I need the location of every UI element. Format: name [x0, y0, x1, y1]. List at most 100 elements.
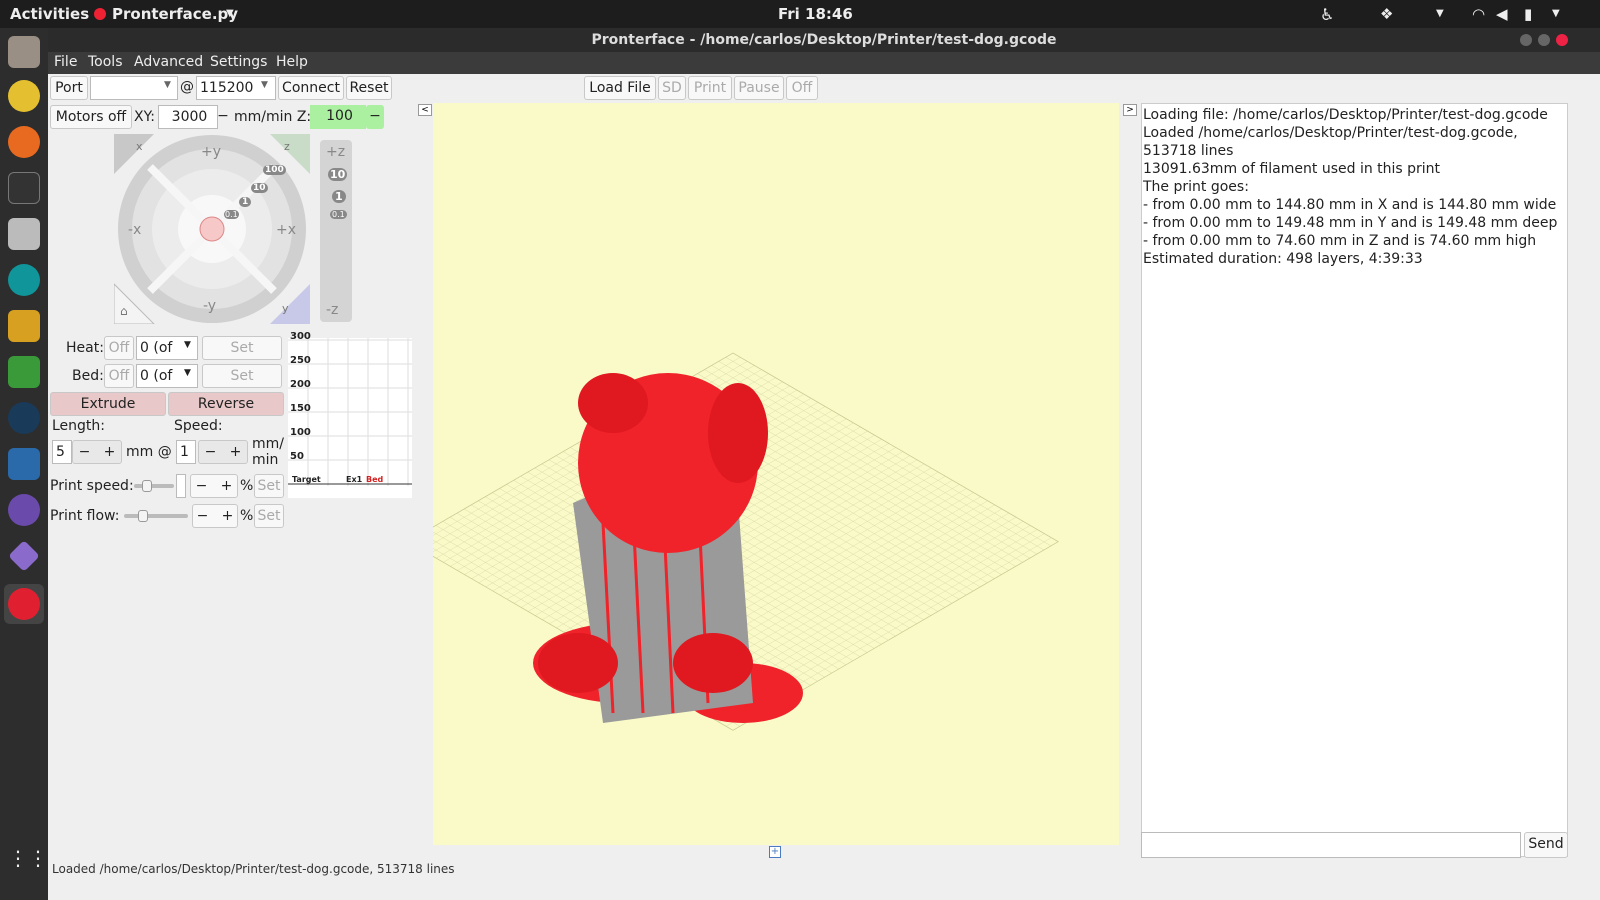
- heat-set-button[interactable]: Set: [202, 336, 282, 360]
- pronterface-dock-icon[interactable]: [8, 588, 40, 620]
- jog-step-100[interactable]: 100: [263, 165, 286, 175]
- z-step-1[interactable]: 1: [332, 190, 346, 203]
- extrude-button[interactable]: Extrude: [50, 392, 166, 416]
- chrome-icon[interactable]: [8, 80, 40, 112]
- print-button[interactable]: Print: [688, 76, 732, 100]
- reverse-button[interactable]: Reverse: [168, 392, 284, 416]
- accessibility-icon[interactable]: ♿: [1320, 5, 1334, 24]
- plus-icon[interactable]: +: [222, 508, 234, 524]
- reset-button[interactable]: Reset: [346, 76, 392, 100]
- menu-help[interactable]: Help: [276, 54, 308, 70]
- files-icon[interactable]: [8, 36, 40, 68]
- port-button[interactable]: Port: [50, 76, 88, 100]
- off-button[interactable]: Off: [786, 76, 818, 100]
- chevron-down-icon[interactable]: ▼: [1552, 8, 1560, 19]
- load-file-button[interactable]: Load File: [584, 76, 656, 100]
- connect-button[interactable]: Connect: [278, 76, 344, 100]
- activities-button[interactable]: Activities: [10, 5, 89, 23]
- bed-label: Bed:: [72, 368, 104, 384]
- print-speed-slider[interactable]: [134, 480, 174, 492]
- print-flow-set-button[interactable]: Set: [254, 504, 284, 528]
- dolphin-icon[interactable]: [8, 448, 40, 480]
- command-input[interactable]: [1141, 832, 1521, 858]
- print-speed-stepper[interactable]: − +: [190, 474, 238, 498]
- camera-icon[interactable]: [8, 218, 40, 250]
- minimize-icon[interactable]: [1520, 34, 1532, 46]
- slider-handle[interactable]: [138, 510, 148, 522]
- chevron-down-icon[interactable]: ▼: [1436, 8, 1444, 19]
- chevron-down-icon[interactable]: ▼: [226, 8, 234, 19]
- dropbox-icon[interactable]: ❖: [1380, 5, 1393, 23]
- plus-icon[interactable]: +: [221, 478, 233, 494]
- menu-file[interactable]: File: [54, 54, 77, 70]
- jog-plus-y-button[interactable]: +y: [201, 144, 221, 160]
- jog-step-0-1[interactable]: 0.1: [224, 210, 239, 219]
- diamond-app-icon[interactable]: [8, 540, 40, 572]
- speed-stepper[interactable]: − +: [198, 440, 248, 464]
- jog-minus-z-button[interactable]: -z: [326, 302, 338, 318]
- slider-handle[interactable]: [142, 480, 152, 492]
- jog-step-1[interactable]: 1: [239, 197, 252, 207]
- app-menu[interactable]: Pronterface.py: [112, 5, 238, 23]
- print-speed-input[interactable]: [176, 474, 186, 498]
- heat-off-button[interactable]: Off: [104, 336, 134, 360]
- bed-off-button[interactable]: Off: [104, 364, 134, 388]
- length-stepper[interactable]: − +: [72, 440, 122, 464]
- home-x-button[interactable]: x: [136, 140, 143, 153]
- menu-tools[interactable]: Tools: [88, 54, 123, 70]
- close-icon[interactable]: [1556, 34, 1568, 46]
- firefox-icon[interactable]: [8, 126, 40, 158]
- jog-step-10[interactable]: 10: [251, 183, 268, 193]
- z-feedrate-input[interactable]: 100: [310, 105, 366, 129]
- jog-plus-z-button[interactable]: +z: [326, 144, 345, 160]
- sd-button[interactable]: SD: [658, 76, 686, 100]
- minus-icon[interactable]: −: [196, 478, 208, 494]
- wifi-icon[interactable]: ◠: [1472, 5, 1485, 23]
- print-speed-set-button[interactable]: Set: [254, 474, 284, 498]
- graph-legend-bed: Bed: [366, 475, 384, 484]
- pause-button[interactable]: Pause: [734, 76, 784, 100]
- minus-icon[interactable]: −: [197, 508, 209, 524]
- jog-minus-y-button[interactable]: -y: [203, 298, 216, 314]
- z-step-10[interactable]: 10: [328, 168, 348, 181]
- console-log[interactable]: Loading file: /home/carlos/Desktop/Print…: [1141, 103, 1568, 857]
- xy-minus-button[interactable]: −: [214, 105, 232, 129]
- collapse-left-icon[interactable]: <: [418, 104, 432, 116]
- home-y-button[interactable]: y: [282, 302, 289, 315]
- plus-icon[interactable]: +: [230, 444, 242, 460]
- collapse-right-icon[interactable]: >: [1123, 104, 1137, 116]
- show-apps-icon[interactable]: ⋮⋮: [8, 846, 48, 878]
- expand-icon[interactable]: +: [769, 846, 781, 858]
- bed-set-button[interactable]: Set: [202, 364, 282, 388]
- speed-input[interactable]: 1: [176, 440, 196, 464]
- print-flow-stepper[interactable]: − +: [192, 504, 238, 528]
- minus-icon[interactable]: −: [205, 444, 217, 460]
- jog-minus-x-button[interactable]: -x: [128, 222, 141, 238]
- z-step-0-1[interactable]: 0.1: [330, 210, 347, 219]
- terminal-icon[interactable]: [8, 172, 40, 204]
- menu-advanced[interactable]: Advanced: [134, 54, 203, 70]
- minus-icon[interactable]: −: [79, 444, 91, 460]
- steam-icon[interactable]: [8, 402, 40, 434]
- home-z-button[interactable]: z: [284, 140, 290, 153]
- length-input[interactable]: 5: [52, 440, 72, 464]
- home-all-icon[interactable]: ⌂: [120, 304, 128, 318]
- send-button[interactable]: Send: [1524, 832, 1568, 858]
- maximize-icon[interactable]: [1538, 34, 1550, 46]
- battery-icon[interactable]: ▮: [1524, 5, 1532, 23]
- inkscape-icon[interactable]: [8, 356, 40, 388]
- log-line: The print goes:: [1143, 179, 1249, 195]
- clock[interactable]: Fri 18:46: [778, 5, 853, 23]
- motors-off-button[interactable]: Motors off: [50, 105, 132, 129]
- plus-icon[interactable]: +: [104, 444, 116, 460]
- print-flow-slider[interactable]: [124, 510, 188, 522]
- z-minus-button[interactable]: −: [366, 105, 384, 129]
- jog-plus-x-button[interactable]: +x: [276, 222, 296, 238]
- volume-icon[interactable]: ◀: [1496, 5, 1508, 23]
- xy-feedrate-input[interactable]: 3000: [158, 105, 218, 129]
- arduino-icon[interactable]: [8, 264, 40, 296]
- bird-icon[interactable]: [8, 310, 40, 342]
- menu-settings[interactable]: Settings: [210, 54, 267, 70]
- emacs-icon[interactable]: [8, 494, 40, 526]
- gcode-3d-view[interactable]: [433, 103, 1119, 845]
